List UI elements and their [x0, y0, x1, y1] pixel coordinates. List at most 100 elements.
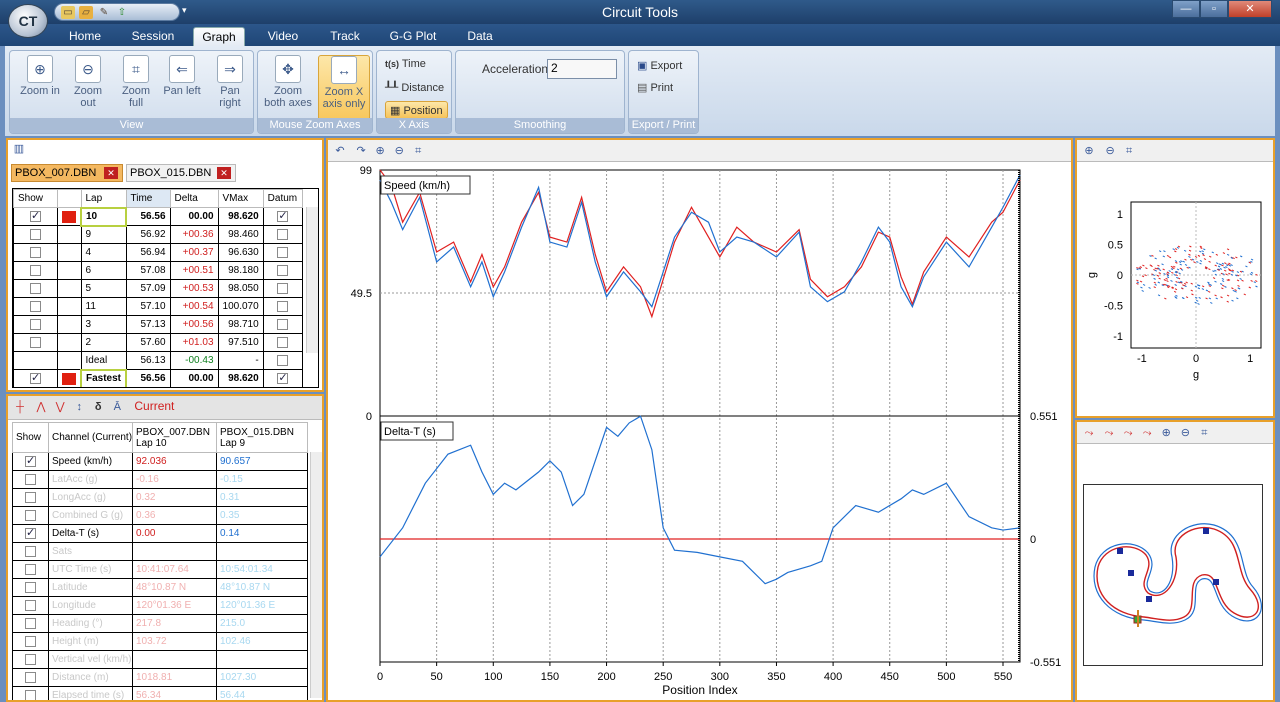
fastest-datum-checkbox[interactable] — [277, 371, 289, 384]
lap-show-checkbox[interactable] — [30, 228, 41, 240]
peak-icon[interactable]: ⋀ — [33, 399, 49, 415]
channel-show-checkbox[interactable] — [25, 509, 36, 521]
lap-show-checkbox[interactable] — [30, 246, 41, 258]
channel-row[interactable]: Height (m) 103.72 102.46 — [12, 632, 308, 651]
channel-show-checkbox[interactable] — [25, 671, 36, 683]
lap-show-checkbox[interactable] — [30, 282, 41, 294]
scale-icon[interactable]: ↕ — [71, 399, 87, 415]
lap-show-checkbox[interactable] — [30, 318, 41, 330]
sector-marker[interactable] — [1213, 579, 1219, 585]
zoom-out-icon[interactable]: ⊖ — [391, 143, 407, 159]
zoom-full-button[interactable]: ⌗ Zoom full — [116, 55, 156, 109]
fastest-show-checkbox[interactable] — [30, 371, 41, 384]
channel-show-checkbox[interactable] — [25, 545, 36, 557]
tab-session[interactable]: Session — [126, 27, 180, 46]
zoom-out-icon[interactable]: ⊖ — [1177, 425, 1193, 441]
lap-show-checkbox[interactable] — [30, 209, 41, 222]
channel-row[interactable]: Heading (°) 217.8 215.0 — [12, 614, 308, 633]
acceleration-input[interactable]: 2 — [547, 59, 617, 79]
track-tool-3-icon[interactable]: ⤳ — [1120, 425, 1136, 441]
zoom-in-button[interactable]: ⊕ Zoom in — [18, 55, 62, 97]
tab-home[interactable]: Home — [60, 27, 110, 46]
tab-track[interactable]: Track — [322, 27, 368, 46]
channel-row[interactable]: Latitude 48°10.87 N 48°10.87 N — [12, 578, 308, 597]
col-delta[interactable]: Delta — [169, 189, 219, 208]
channel-show-checkbox[interactable] — [25, 635, 36, 647]
ch-col-file1[interactable]: PBOX_007.DBN Lap 10 — [132, 422, 217, 453]
channel-row[interactable]: Combined G (g) 0.36 0.35 — [12, 506, 308, 525]
channel-row[interactable]: Elapsed time (s) 56.34 56.44 — [12, 686, 308, 700]
tab-data[interactable]: Data — [458, 27, 502, 46]
lap-show-checkbox[interactable] — [30, 300, 41, 312]
zoom-x-axis-only-button[interactable]: ↔ Zoom X axis only — [318, 55, 370, 121]
close-button[interactable]: ✕ — [1228, 0, 1272, 18]
lap-row[interactable]: 4 56.94 +00.37 96.630 — [13, 243, 304, 262]
channel-show-checkbox[interactable] — [25, 617, 36, 629]
channel-row[interactable]: LatAcc (g) -0.16 -0.15 — [12, 470, 308, 489]
ch-col-show[interactable]: Show — [12, 422, 49, 453]
lap-datum-checkbox[interactable] — [277, 209, 289, 222]
zoom-in-icon[interactable]: ⊕ — [372, 143, 388, 159]
pan-left-button[interactable]: ⇐ Pan left — [160, 55, 204, 97]
fastest-color-swatch[interactable] — [62, 372, 76, 385]
lap-datum-checkbox[interactable] — [277, 318, 289, 330]
tab-gg-plot[interactable]: G-G Plot — [384, 27, 442, 46]
average-icon[interactable]: Ā — [109, 399, 125, 415]
col-vmax[interactable]: VMax — [217, 189, 264, 208]
col-lap[interactable]: Lap — [80, 189, 127, 208]
lap-row[interactable]: 3 57.13 +00.56 98.710 — [13, 315, 304, 334]
zoom-both-axes-button[interactable]: ✥ Zoom both axes — [262, 55, 314, 109]
channel-show-checkbox[interactable] — [25, 689, 36, 700]
sector-marker[interactable] — [1117, 548, 1123, 554]
channel-show-checkbox[interactable] — [25, 473, 36, 485]
lap-row[interactable]: 1056.5600.0098.620 — [13, 206, 304, 227]
tab-video[interactable]: Video — [260, 27, 306, 46]
close-file-icon[interactable]: ✕ — [217, 167, 231, 179]
close-file-icon[interactable]: ✕ — [104, 167, 118, 179]
channel-show-checkbox[interactable] — [25, 526, 36, 539]
channel-row[interactable]: Distance (m) 1018.81 1027.30 — [12, 668, 308, 687]
tab-graph[interactable]: Graph — [193, 27, 245, 46]
zoom-full-icon[interactable]: ⌗ — [1196, 425, 1212, 441]
channel-row[interactable]: Vertical vel (km/h) — [12, 650, 308, 669]
channel-row[interactable]: Speed (km/h)92.03690.657 — [12, 452, 308, 471]
app-logo[interactable]: CT — [8, 4, 48, 38]
lap-show-checkbox[interactable] — [30, 336, 41, 348]
gg-plot-canvas[interactable]: -1 0 1 1 0.5 0 -0.5 -1 g g — [1077, 162, 1273, 416]
channel-show-checkbox[interactable] — [25, 454, 36, 467]
lap-datum-checkbox[interactable] — [277, 228, 289, 240]
lap-datum-checkbox[interactable] — [277, 300, 289, 312]
lap-color-swatch[interactable] — [62, 210, 76, 223]
valley-icon[interactable]: ⋁ — [52, 399, 68, 415]
lap-datum-checkbox[interactable] — [277, 264, 289, 276]
zoom-out-icon[interactable]: ⊖ — [1102, 143, 1118, 159]
x-axis-position-option[interactable]: ▦ Position — [385, 101, 448, 119]
export-button[interactable]: ▣ Export — [637, 57, 682, 75]
undo-zoom-icon[interactable]: ↶ — [332, 143, 348, 159]
channel-table-scrollbar[interactable] — [310, 452, 322, 698]
zoom-in-icon[interactable]: ⊕ — [1081, 143, 1097, 159]
lap-row[interactable]: 11 57.10 +00.54 100.070 — [13, 297, 304, 316]
lap-datum-checkbox[interactable] — [277, 282, 289, 294]
channel-row[interactable]: Sats — [12, 542, 308, 561]
ch-col-file2[interactable]: PBOX_015.DBN Lap 9 — [216, 422, 308, 453]
zoom-full-icon[interactable]: ⌗ — [1121, 143, 1137, 159]
lap-row[interactable]: 5 57.09 +00.53 98.050 — [13, 279, 304, 298]
col-show[interactable]: Show — [13, 189, 58, 208]
channel-show-checkbox[interactable] — [25, 599, 36, 611]
lap-table-scrollbar[interactable] — [306, 207, 318, 353]
lap-row[interactable]: 2 57.60 +01.03 97.510 — [13, 333, 304, 352]
channel-show-checkbox[interactable] — [25, 563, 36, 575]
x-axis-time-option[interactable]: t(s) Time — [385, 55, 426, 73]
graph-canvas[interactable]: 0 50 100 150 200 250 300 350 400 450 500 550 99 49.5 0… — [328, 162, 1071, 702]
lap-datum-checkbox[interactable] — [277, 336, 289, 348]
zoom-out-button[interactable]: ⊖ Zoom out — [68, 55, 108, 109]
zoom-full-icon[interactable]: ⌗ — [410, 143, 426, 159]
track-tool-1-icon[interactable]: ⤳ — [1081, 425, 1097, 441]
lap-show-checkbox[interactable] — [30, 264, 41, 276]
delta-icon[interactable]: δ — [90, 399, 106, 415]
lap-row[interactable]: 6 57.08 +00.51 98.180 — [13, 261, 304, 280]
channel-row[interactable]: Longitude 120°01.36 E 120°01.36 E — [12, 596, 308, 615]
sector-marker[interactable] — [1128, 570, 1134, 576]
x-axis-distance-option[interactable]: ┸┸ Distance — [385, 79, 444, 97]
